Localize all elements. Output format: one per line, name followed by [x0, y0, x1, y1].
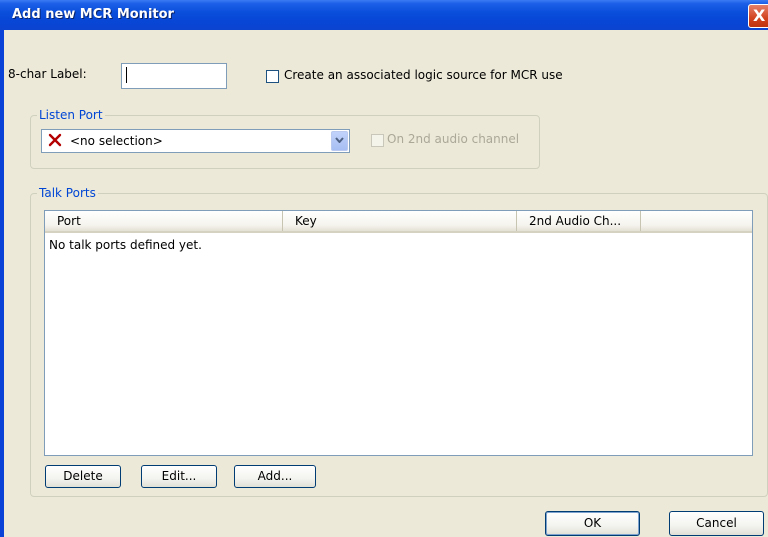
logic-source-label[interactable]: Create an associated logic source for MC… — [284, 68, 563, 82]
talk-ports-title: Talk Ports — [37, 186, 98, 200]
edit-button[interactable]: Edit... — [141, 465, 217, 488]
label-field-label: 8-char Label: — [8, 67, 87, 81]
window-title: Add new MCR Monitor — [12, 7, 174, 22]
ok-button[interactable]: OK — [545, 511, 640, 536]
second-channel-checkbox[interactable] — [371, 134, 384, 147]
delete-button[interactable]: Delete — [45, 465, 121, 488]
close-icon: X — [753, 6, 766, 25]
listen-port-group: Listen Port <no selection> On 2nd audio … — [30, 108, 540, 169]
dialog-window: Add new MCR Monitor X 8-char Label: Crea… — [0, 0, 768, 537]
logic-source-checkbox[interactable] — [266, 70, 279, 83]
column-header-key[interactable]: Key — [283, 211, 517, 231]
column-header-port[interactable]: Port — [45, 211, 283, 231]
listen-port-title: Listen Port — [37, 108, 105, 122]
x-mark-icon — [48, 133, 62, 147]
label-input[interactable] — [121, 63, 227, 89]
column-header-2nd-audio[interactable]: 2nd Audio Ch... — [517, 211, 641, 231]
title-bar[interactable]: Add new MCR Monitor X — [0, 0, 768, 30]
text-caret — [126, 67, 127, 83]
listen-port-value: <no selection> — [70, 134, 163, 148]
close-button[interactable]: X — [748, 4, 768, 28]
table-header: Port Key 2nd Audio Ch... — [45, 211, 752, 233]
listen-port-select[interactable]: <no selection> — [41, 129, 350, 153]
chevron-down-icon[interactable] — [331, 131, 348, 151]
second-channel-label: On 2nd audio channel — [387, 132, 520, 146]
talk-ports-table[interactable]: Port Key 2nd Audio Ch... No talk ports d… — [44, 210, 753, 456]
cancel-button[interactable]: Cancel — [669, 511, 764, 536]
add-button[interactable]: Add... — [234, 465, 316, 488]
talk-ports-group: Talk Ports Port Key 2nd Audio Ch... No t… — [30, 186, 768, 497]
dialog-body: 8-char Label: Create an associated logic… — [4, 30, 768, 537]
empty-table-message: No talk ports defined yet. — [49, 238, 202, 252]
